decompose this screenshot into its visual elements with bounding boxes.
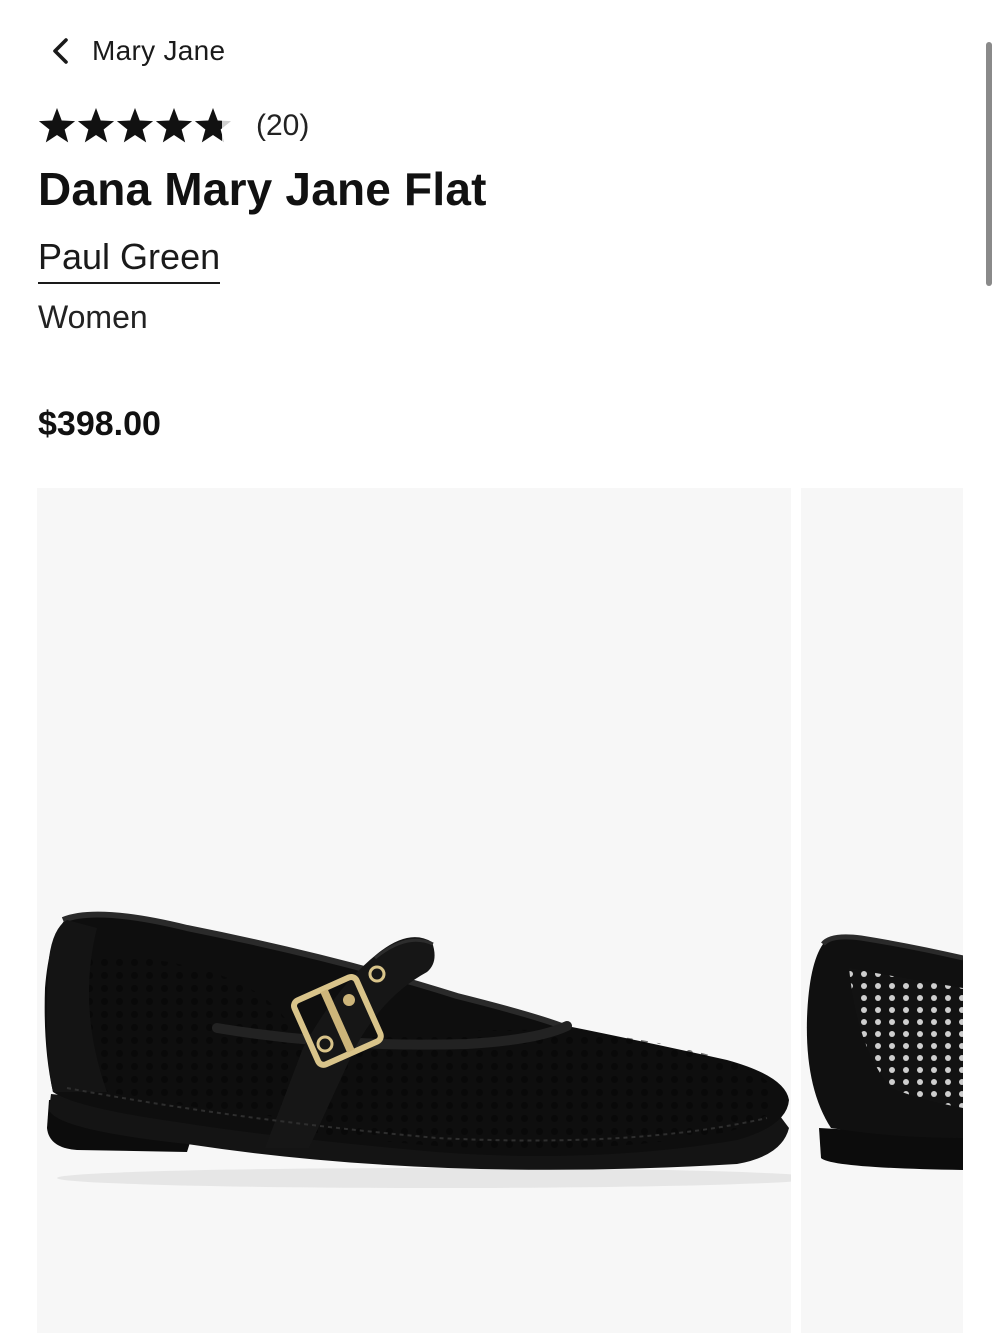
star-icon [38, 108, 76, 143]
star-rating-fill [38, 106, 223, 146]
rating-summary[interactable]: (20) [38, 104, 309, 148]
gallery-image-2[interactable] [801, 488, 963, 1333]
star-icon [116, 108, 154, 143]
product-gender: Women [38, 299, 148, 335]
product-title: Dana Mary Jane Flat [38, 163, 487, 215]
brand-link[interactable]: Paul Green [38, 236, 221, 284]
back-link-label: Mary Jane [92, 35, 226, 66]
scrollbar[interactable] [986, 42, 992, 286]
shoe-side-view-image [44, 911, 791, 1188]
star-icon [155, 108, 193, 143]
star-icon [77, 108, 115, 143]
star-icons-filled [38, 108, 223, 143]
star-icon [194, 108, 223, 143]
star-rating [38, 106, 234, 146]
back-link[interactable]: Mary Jane [46, 28, 225, 74]
shoe-rear-view-image [806, 934, 963, 1170]
image-gallery[interactable] [37, 488, 963, 1333]
review-count: (20) [256, 109, 310, 142]
product-price: $398.00 [38, 405, 161, 443]
chevron-left-icon [53, 38, 68, 64]
gallery-image-1[interactable] [37, 488, 791, 1333]
